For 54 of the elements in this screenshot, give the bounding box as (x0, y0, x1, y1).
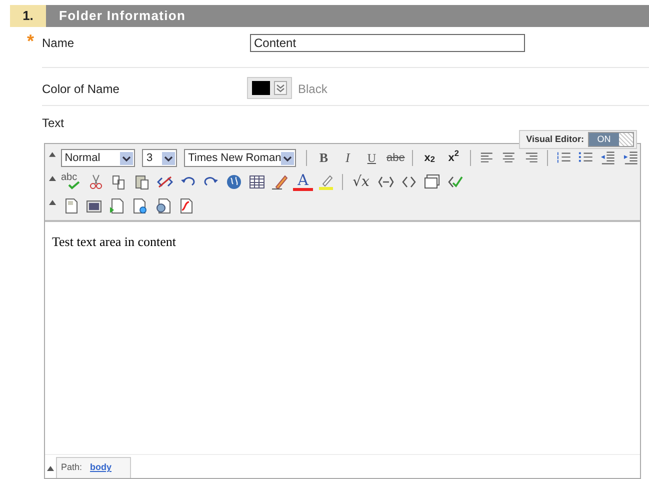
path-label: Path: (61, 461, 82, 474)
check-code-icon[interactable] (447, 174, 463, 190)
step-number: 1. (10, 5, 46, 27)
dropdown[interactable]: Normal (60, 149, 136, 167)
copy-icon[interactable] (111, 174, 127, 190)
pencil-icon[interactable] (272, 174, 288, 190)
highlighter-icon[interactable] (318, 174, 334, 190)
chevron-icon (274, 81, 287, 95)
document-icon[interactable] (63, 198, 79, 214)
brackets-arrows-icon[interactable] (378, 174, 394, 190)
outdent-icon[interactable] (600, 150, 616, 166)
document-arrow-icon[interactable] (109, 198, 125, 214)
required-mark: * (27, 34, 36, 48)
name-field[interactable]: Content (250, 34, 525, 52)
format-button[interactable]: U (361, 149, 382, 167)
format-button[interactable]: x$_{2}$ (419, 149, 440, 167)
check-icon (68, 181, 80, 190)
editor-content: Test text area in content (52, 233, 177, 251)
equation-button[interactable]: √x (349, 173, 373, 191)
color-name: Black (298, 81, 328, 98)
visual-editor-toggle[interactable]: Visual Editor: ON (519, 130, 637, 149)
format-button[interactable]: I (337, 149, 358, 167)
field-label: Name (42, 35, 76, 52)
path-link[interactable]: body (90, 461, 112, 475)
window-icon[interactable] (424, 174, 440, 190)
section-title: Folder Information (46, 5, 649, 27)
table-icon[interactable] (249, 174, 265, 190)
collapse-icon[interactable] (49, 152, 56, 157)
toggle-state: ON (589, 133, 619, 146)
format-button[interactable]: x$^{2}$ (443, 149, 464, 167)
numbered-list-icon[interactable] (556, 150, 572, 166)
collapse-icon[interactable] (47, 466, 54, 471)
document-search-icon[interactable] (132, 198, 148, 214)
dropdown-value: Normal (64, 150, 100, 166)
dropdown-value: Times New Roman (188, 150, 282, 166)
indent-icon[interactable] (622, 150, 638, 166)
globe-icon[interactable] (226, 174, 242, 190)
dropdown[interactable]: 3 (142, 149, 178, 167)
format-button[interactable]: abe (385, 149, 406, 167)
dropdown-value: 3 (146, 150, 153, 166)
spellcheck-button[interactable]: abc (61, 173, 83, 191)
format-button[interactable]: B (313, 149, 334, 167)
font-color-button[interactable]: A (293, 173, 313, 191)
image-icon[interactable] (86, 198, 102, 214)
collapse-icon[interactable] (49, 176, 56, 181)
scissors-icon[interactable] (88, 174, 104, 190)
color-picker-button[interactable] (247, 77, 292, 99)
field-label: Text (42, 115, 64, 132)
collapse-icon[interactable] (49, 200, 56, 205)
paste-icon[interactable] (134, 174, 150, 190)
dropdown[interactable]: Times New Roman (184, 149, 296, 167)
toggle-label: Visual Editor: (526, 132, 584, 146)
code-icon[interactable] (401, 174, 417, 190)
field-label: Color of Name (42, 81, 120, 98)
